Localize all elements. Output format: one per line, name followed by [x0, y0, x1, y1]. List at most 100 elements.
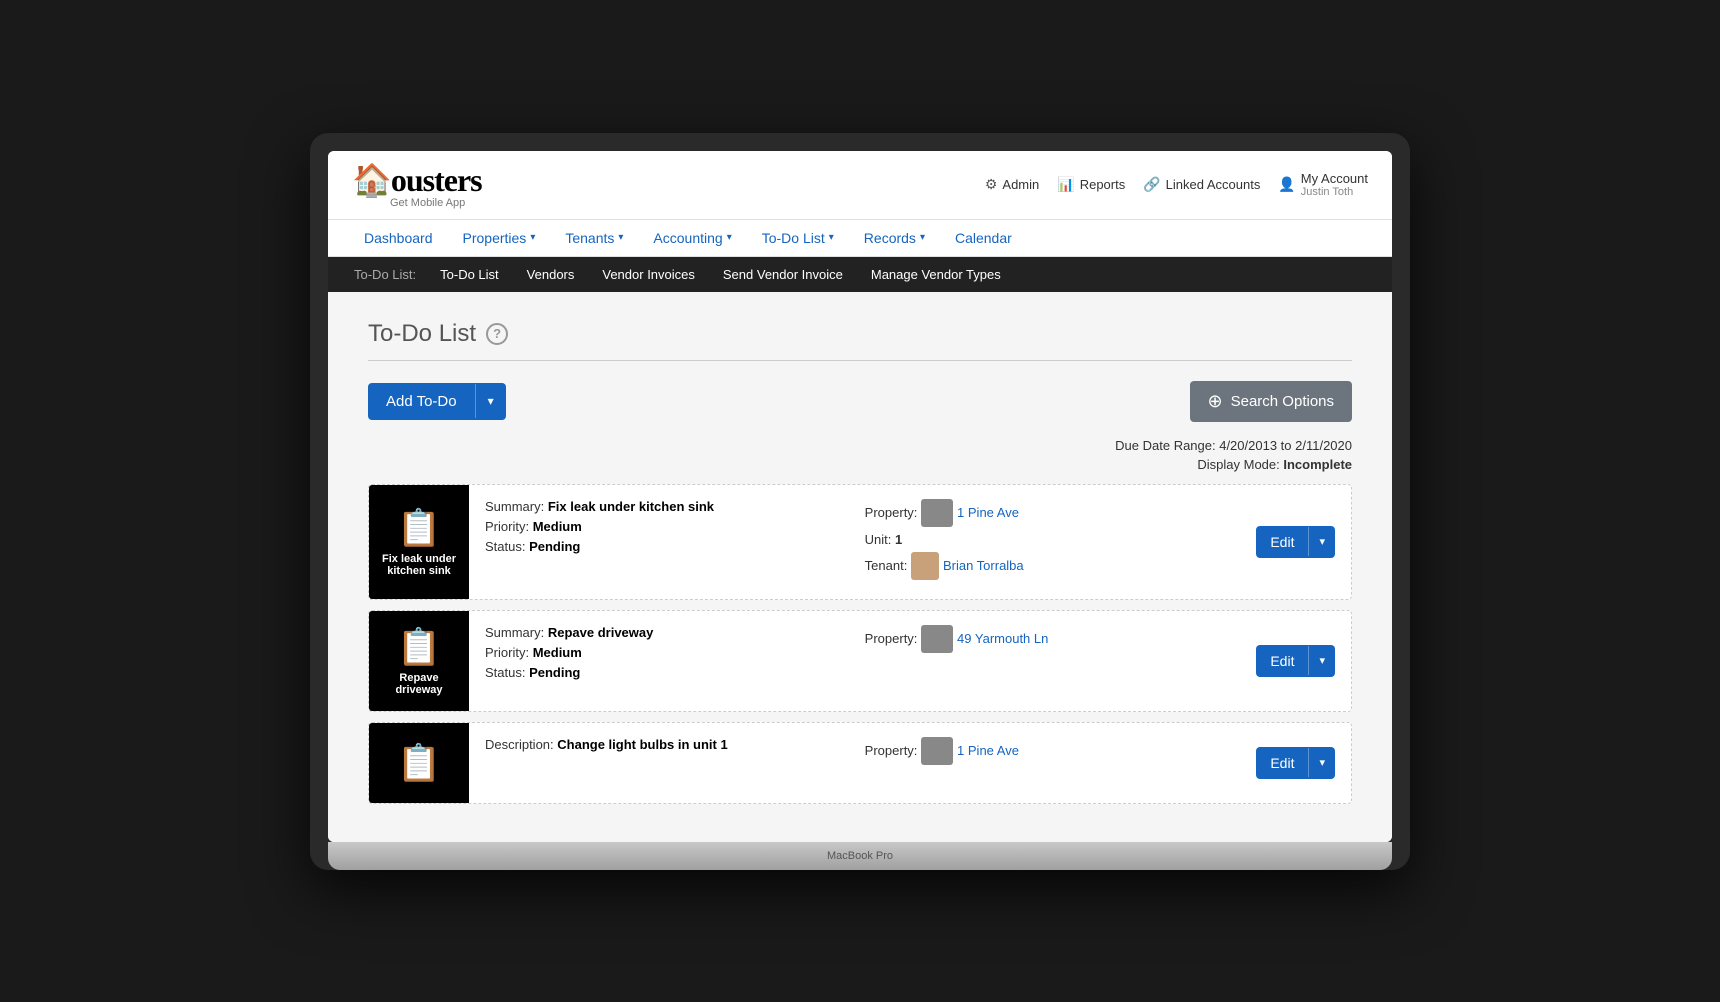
edit-label-1: Edit [1256, 526, 1308, 558]
my-account-link[interactable]: 👤 My Account Justin Toth [1278, 171, 1368, 198]
property-link-1[interactable]: 1 Pine Ave [957, 505, 1019, 520]
help-icon[interactable]: ? [486, 323, 508, 345]
nav-calendar[interactable]: Calendar [943, 220, 1024, 256]
todo-status-value-1: Pending [529, 539, 580, 554]
plus-icon: ⊕ [1208, 391, 1223, 412]
todo-status-value-2: Pending [529, 665, 580, 680]
clipboard-icon: 📋 [397, 507, 442, 549]
edit-button-3[interactable]: Edit ▾ [1256, 747, 1335, 779]
page-title: To-Do List [368, 320, 476, 348]
tenant-thumbnail-1 [911, 552, 939, 580]
nav-records[interactable]: Records ▾ [852, 220, 937, 256]
add-todo-button[interactable]: Add To-Do ▾ [368, 383, 506, 420]
admin-link[interactable]: ⚙ Admin [985, 176, 1039, 193]
sub-nav: To-Do List: To-Do List Vendors Vendor In… [328, 257, 1392, 292]
clipboard-icon: 📋 [397, 626, 442, 668]
todo-actions-3: Edit ▾ [1240, 723, 1351, 803]
todo-details-1: Summary: Fix leak under kitchen sink Pri… [469, 485, 1240, 599]
add-todo-dropdown-arrow[interactable]: ▾ [475, 384, 506, 418]
todo-actions-2: Edit ▾ [1240, 611, 1351, 711]
clipboard-icon: 📋 [397, 742, 442, 784]
nav-todo-list[interactable]: To-Do List ▾ [750, 220, 846, 256]
todo-description-value-3: Change light bulbs in unit 1 [557, 737, 727, 752]
todo-summary-1: Summary: Fix leak under kitchen sink [485, 499, 845, 514]
subnav-manage-vendor-types[interactable]: Manage Vendor Types [857, 257, 1015, 292]
chevron-down-icon: ▾ [829, 232, 834, 243]
chevron-down-icon: ▾ [530, 232, 535, 243]
subnav-send-vendor-invoice[interactable]: Send Vendor Invoice [709, 257, 857, 292]
todo-status-1: Status: Pending [485, 539, 845, 554]
logo[interactable]: 🏠ousters [352, 161, 482, 199]
todo-meta-2: Property: 49 Yarmouth Ln [865, 625, 1225, 697]
main-nav: Dashboard Properties ▾ Tenants ▾ Account… [328, 220, 1392, 257]
todo-tenant-1: Tenant: Brian Torralba [865, 552, 1225, 580]
property-thumbnail-3 [921, 737, 953, 765]
subnav-vendor-invoices[interactable]: Vendor Invoices [588, 257, 709, 292]
linked-accounts-link[interactable]: 🔗 Linked Accounts [1143, 176, 1260, 193]
todo-property-1: Property: 1 Pine Ave [865, 499, 1225, 527]
todo-thumbnail-3: 📋 [369, 723, 469, 803]
todo-status-2: Status: Pending [485, 665, 845, 680]
todo-info-3: Description: Change light bulbs in unit … [485, 737, 845, 789]
table-row: 📋 Description: Change light bulbs in uni… [368, 722, 1352, 804]
todo-thumb-label-2: Repave driveway [377, 672, 461, 696]
todo-info-2: Summary: Repave driveway Priority: Mediu… [485, 625, 845, 697]
property-link-2[interactable]: 49 Yarmouth Ln [957, 631, 1048, 646]
todo-details-2: Summary: Repave driveway Priority: Mediu… [469, 611, 1240, 711]
todo-info-1: Summary: Fix leak under kitchen sink Pri… [485, 499, 845, 585]
nav-dashboard[interactable]: Dashboard [352, 220, 445, 256]
tenant-link-1[interactable]: Brian Torralba [943, 558, 1024, 573]
nav-tenants[interactable]: Tenants ▾ [553, 220, 635, 256]
todo-priority-value-1: Medium [533, 519, 582, 534]
todo-actions-1: Edit ▾ [1240, 485, 1351, 599]
todo-unit-1: Unit: 1 [865, 532, 1225, 547]
property-thumbnail-2 [921, 625, 953, 653]
todo-meta-1: Property: 1 Pine Ave Unit: 1 Tenant: [865, 499, 1225, 585]
date-range-text: Due Date Range: 4/20/2013 to 2/11/2020 [368, 438, 1352, 453]
edit-dropdown-arrow-3[interactable]: ▾ [1308, 748, 1335, 777]
nav-accounting[interactable]: Accounting ▾ [641, 220, 743, 256]
todo-property-3: Property: 1 Pine Ave [865, 737, 1225, 765]
filter-info: Due Date Range: 4/20/2013 to 2/11/2020 D… [368, 438, 1352, 472]
get-mobile-app[interactable]: Get Mobile App [352, 197, 465, 209]
edit-dropdown-arrow-2[interactable]: ▾ [1308, 646, 1335, 675]
edit-label-3: Edit [1256, 747, 1308, 779]
table-row: 📋 Fix leak under kitchen sink Summary: F… [368, 484, 1352, 600]
chevron-down-icon: ▾ [618, 232, 623, 243]
user-icon: 👤 [1278, 176, 1295, 193]
todo-description-3: Description: Change light bulbs in unit … [485, 737, 845, 752]
todo-thumbnail-1: 📋 Fix leak under kitchen sink [369, 485, 469, 599]
link-icon: 🔗 [1143, 176, 1160, 193]
subnav-vendors[interactable]: Vendors [513, 257, 589, 292]
property-thumbnail-1 [921, 499, 953, 527]
subnav-todo-list[interactable]: To-Do List [426, 257, 513, 292]
todo-priority-1: Priority: Medium [485, 519, 845, 534]
reports-icon: 📊 [1057, 176, 1074, 193]
todo-details-3: Description: Change light bulbs in unit … [469, 723, 1240, 803]
edit-button-2[interactable]: Edit ▾ [1256, 645, 1335, 677]
reports-link[interactable]: 📊 Reports [1057, 176, 1125, 193]
title-divider [368, 360, 1352, 361]
logo-area: 🏠ousters Get Mobile App [352, 161, 482, 209]
property-link-3[interactable]: 1 Pine Ave [957, 743, 1019, 758]
toolbar-row: Add To-Do ▾ ⊕ Search Options [368, 381, 1352, 422]
edit-button-1[interactable]: Edit ▾ [1256, 526, 1335, 558]
todo-list: 📋 Fix leak under kitchen sink Summary: F… [368, 484, 1352, 804]
laptop-base: MacBook Pro [328, 842, 1392, 870]
todo-priority-2: Priority: Medium [485, 645, 845, 660]
gear-icon: ⚙ [985, 176, 998, 193]
todo-meta-3: Property: 1 Pine Ave [865, 737, 1225, 789]
nav-properties[interactable]: Properties ▾ [451, 220, 548, 256]
main-content: To-Do List ? Add To-Do ▾ ⊕ Search Option… [328, 292, 1392, 842]
sub-nav-label: To-Do List: [344, 257, 426, 292]
page-title-row: To-Do List ? [368, 320, 1352, 348]
search-options-button[interactable]: ⊕ Search Options [1190, 381, 1352, 422]
edit-dropdown-arrow-1[interactable]: ▾ [1308, 527, 1335, 556]
chevron-down-icon: ▾ [727, 232, 732, 243]
todo-thumbnail-2: 📋 Repave driveway [369, 611, 469, 711]
todo-unit-value-1: 1 [895, 532, 902, 547]
chevron-down-icon: ▾ [920, 232, 925, 243]
edit-label-2: Edit [1256, 645, 1308, 677]
todo-property-2: Property: 49 Yarmouth Ln [865, 625, 1225, 653]
top-actions: ⚙ Admin 📊 Reports 🔗 Linked Accounts 👤 My… [985, 171, 1368, 198]
